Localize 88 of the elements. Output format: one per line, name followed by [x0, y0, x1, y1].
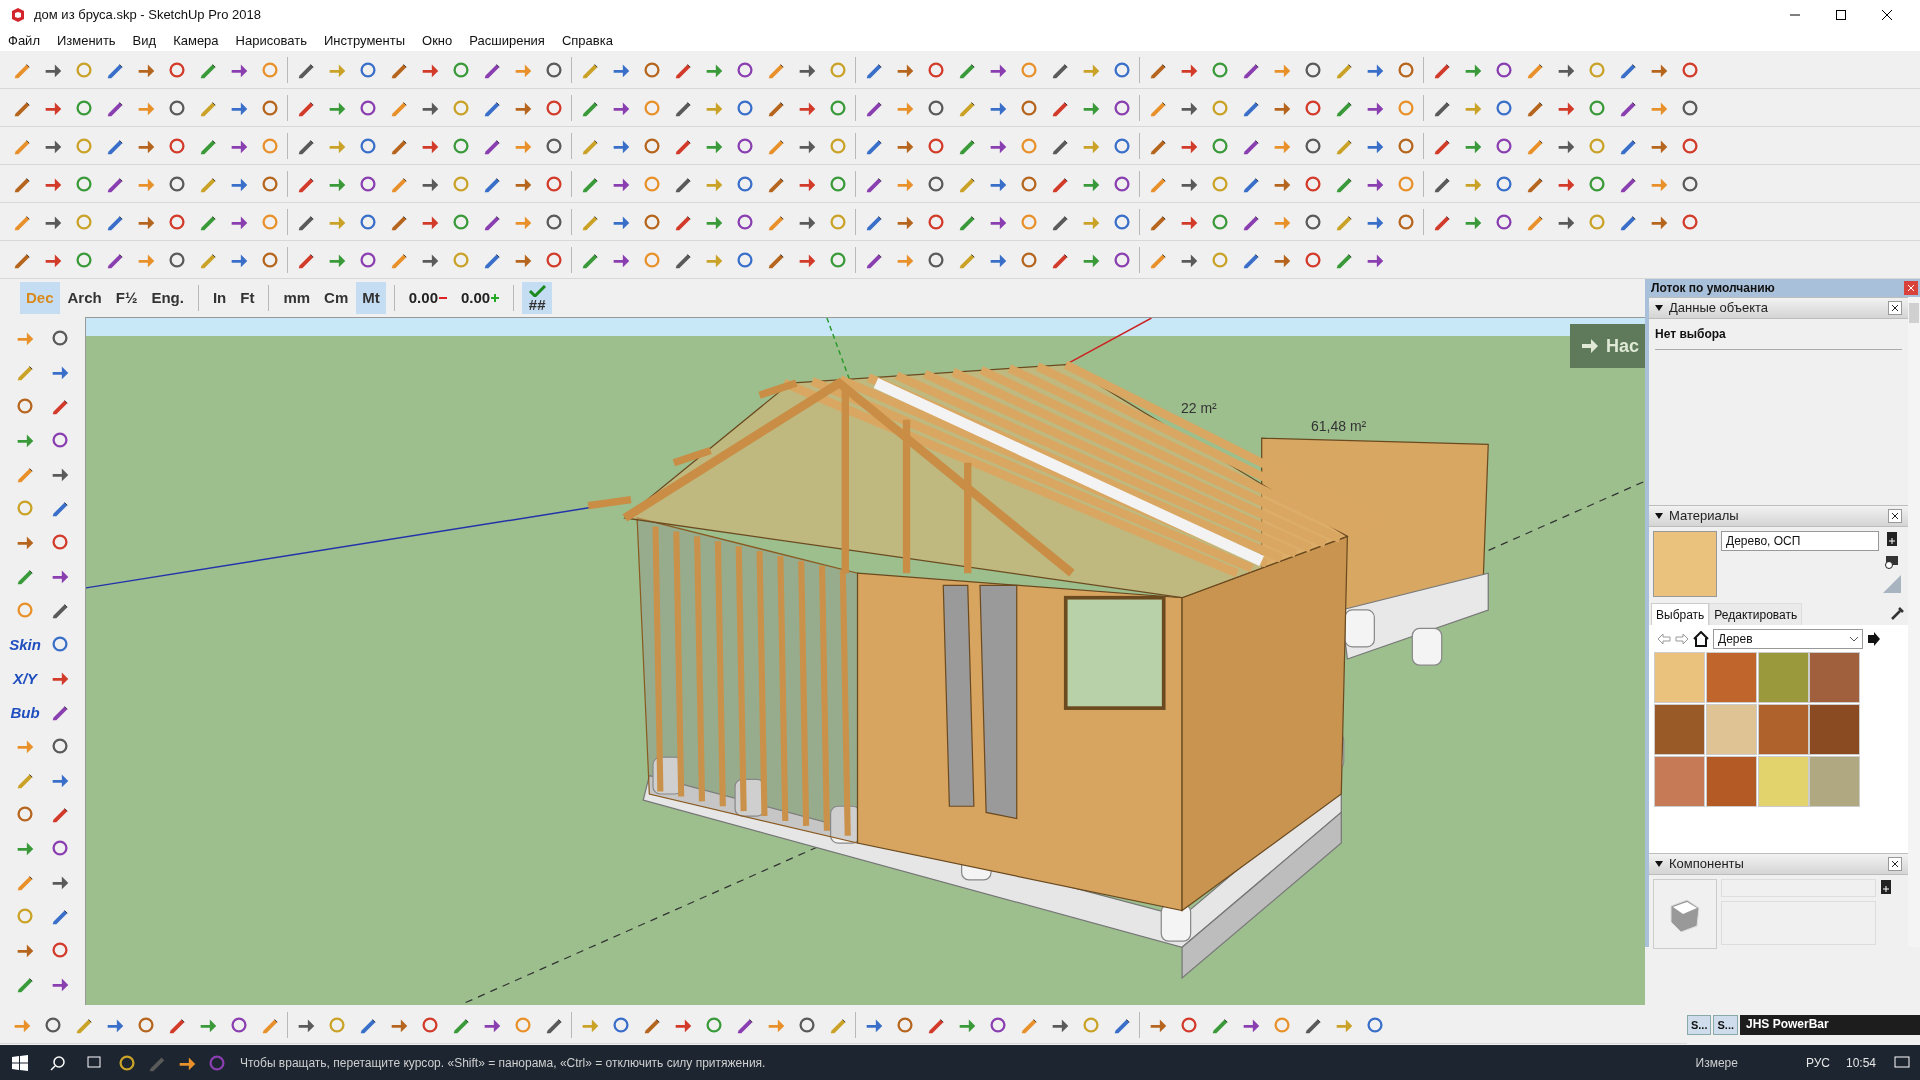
panel-header[interactable]: Компоненты: [1649, 853, 1908, 875]
app-logo-icon: [10, 7, 26, 23]
window-title: дом из бруса.skp - SketchUp Pro 2018: [34, 6, 261, 25]
material-swatch[interactable]: [1810, 705, 1860, 754]
close-button[interactable]: [1888, 301, 1902, 315]
mini-panel-tab[interactable]: S...: [1713, 1015, 1738, 1035]
eyedropper-icon[interactable]: [1890, 605, 1906, 621]
panel-title: Данные объекта: [1669, 299, 1770, 318]
area-label: 22 m²: [1181, 399, 1217, 418]
unit-button[interactable]: Eng.: [145, 282, 190, 314]
material-swatch[interactable]: [1810, 757, 1860, 806]
forward-arrow-icon[interactable]: [1675, 633, 1689, 645]
menu-item[interactable]: Изменить: [56, 30, 116, 51]
material-preview: [1653, 531, 1717, 597]
mini-panel-tab[interactable]: S...: [1686, 1015, 1712, 1035]
material-swatch[interactable]: [1655, 757, 1704, 806]
close-icon: [1892, 513, 1898, 519]
plugin-button[interactable]: Skin: [8, 629, 42, 659]
panel-header[interactable]: Материалы: [1649, 505, 1908, 527]
material-name-field[interactable]: Дерево, ОСП: [1721, 531, 1879, 551]
menu-item[interactable]: Справка: [561, 30, 613, 51]
panel-title: Материалы: [1669, 507, 1740, 526]
material-swatch[interactable]: [1758, 757, 1808, 806]
plugin-button[interactable]: X/Y: [8, 663, 42, 693]
area-label: 61,48 m²: [1311, 417, 1367, 436]
menu-item[interactable]: Вид: [132, 30, 157, 51]
overlay-button[interactable]: Нас: [1569, 324, 1645, 368]
add-component-icon[interactable]: [1880, 879, 1892, 895]
chevron-down-icon: [1850, 636, 1858, 642]
clock[interactable]: 10:54: [1845, 1053, 1876, 1072]
menu-item[interactable]: Окно: [422, 30, 453, 51]
3d-viewport[interactable]: 22 m² 61,48 m² Нас: [85, 317, 1645, 1005]
arrow-right-icon: [1581, 339, 1598, 353]
precision-button[interactable]: 0.00: [402, 282, 453, 314]
close-button[interactable]: [1888, 857, 1902, 871]
material-swatch[interactable]: [1655, 705, 1704, 754]
language-indicator[interactable]: РУС: [1805, 1053, 1830, 1072]
triangle-icon: [1883, 575, 1901, 593]
material-swatch[interactable]: [1706, 653, 1756, 702]
home-icon[interactable]: [1693, 631, 1709, 647]
unit-button[interactable]: Ft: [234, 282, 261, 314]
material-swatch[interactable]: [1758, 653, 1808, 702]
collection-dropdown[interactable]: Дерев: [1713, 629, 1863, 649]
notification-icon[interactable]: [1894, 1055, 1910, 1070]
unit-button[interactable]: Mt: [356, 282, 386, 314]
close-icon: [1908, 285, 1914, 291]
material-swatch[interactable]: [1706, 757, 1756, 806]
scrollbar[interactable]: [1908, 297, 1920, 947]
menu-item[interactable]: Инструменты: [324, 30, 406, 51]
unit-button[interactable]: Cm: [318, 282, 355, 314]
task-view-icon: [85, 1055, 103, 1070]
panel-title: Компоненты: [1669, 855, 1745, 874]
tray-title: Лоток по умолчанию: [1651, 280, 1776, 297]
close-icon: [1882, 10, 1892, 20]
tab[interactable]: Редактировать: [1709, 603, 1803, 625]
search-icon: [50, 1054, 66, 1071]
panel-header[interactable]: Данные объекта: [1649, 297, 1908, 319]
material-swatch[interactable]: [1758, 705, 1808, 754]
checkmark-icon: [528, 284, 547, 297]
status-text: Чтобы вращать, перетащите курсор. «Shift» = панорама, «Ctrl» = отключить силу притяжения.: [240, 1054, 766, 1072]
menu-item[interactable]: Камера: [173, 30, 219, 51]
back-arrow-icon[interactable]: [1657, 633, 1671, 645]
material-swatch[interactable]: [1706, 705, 1756, 754]
selection-status: Нет выбора: [1655, 319, 1902, 350]
material-swatch[interactable]: [1810, 653, 1860, 702]
measurements-label: Измере: [1695, 1054, 1738, 1072]
unit-button[interactable]: Arch: [61, 282, 108, 314]
menu-item[interactable]: Файл: [8, 30, 40, 51]
unit-button[interactable]: F½: [109, 282, 144, 314]
plus-icon: [491, 294, 500, 302]
unit-button[interactable]: In: [206, 282, 233, 314]
material-swatch[interactable]: [1655, 653, 1704, 702]
details-arrow-icon[interactable]: [1867, 632, 1881, 646]
menu-item[interactable]: Нарисовать: [235, 30, 307, 51]
tab[interactable]: Выбрать: [1651, 603, 1710, 625]
powerbar-title: JHS PowerBar: [1740, 1015, 1920, 1035]
precision-button[interactable]: 0.00: [455, 282, 506, 314]
close-icon: [1892, 305, 1898, 311]
grid-check-button[interactable]: ##: [522, 282, 553, 314]
maximize-icon: [1836, 10, 1846, 20]
close-button[interactable]: [1888, 509, 1902, 523]
unit-button[interactable]: mm: [277, 282, 317, 314]
minus-icon: [439, 294, 447, 302]
menu-item[interactable]: Расширения: [469, 30, 545, 51]
windows-logo-icon: [12, 1054, 28, 1071]
close-icon: [1892, 861, 1898, 867]
add-material-icon[interactable]: [1886, 531, 1898, 547]
plugin-button[interactable]: Bub: [8, 697, 42, 727]
